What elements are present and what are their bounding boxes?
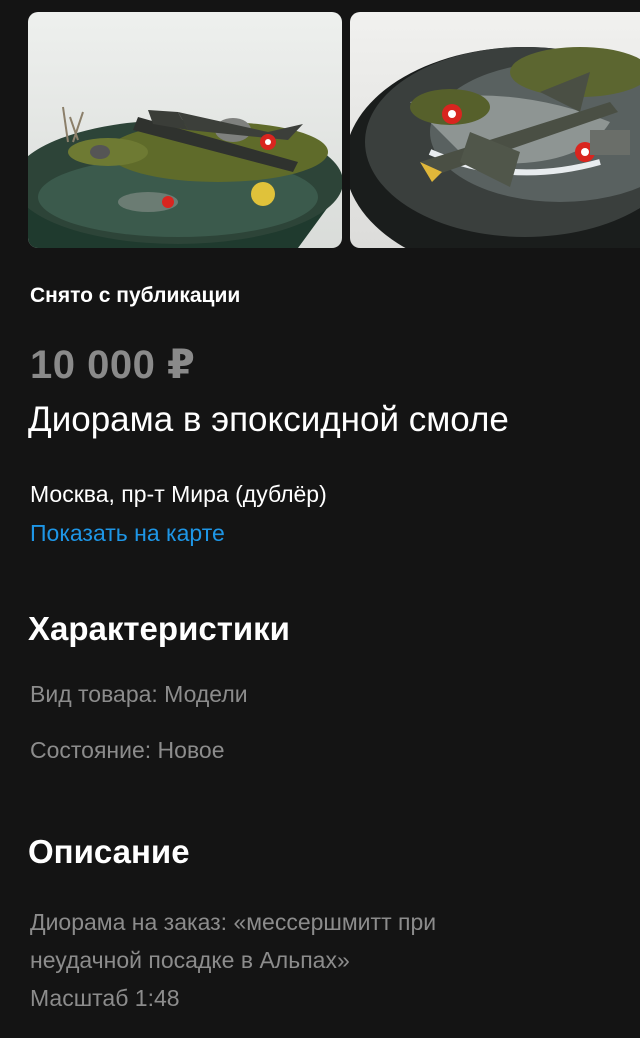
listing-status: Снято с публикации: [30, 284, 241, 307]
photo-gallery[interactable]: [28, 12, 640, 248]
show-on-map-link[interactable]: Показать на карте: [30, 520, 225, 547]
listing-price: 10 000 ₽: [30, 343, 196, 387]
description-heading: Описание: [28, 833, 190, 870]
spec-item-type: Вид товара: Модели: [30, 681, 248, 707]
listing-photo-1[interactable]: [28, 12, 342, 248]
listing-address: Москва, пр-т Мира (дублёр): [30, 481, 327, 507]
description-text: Диорама на заказ: «мессершмитт при неуда…: [30, 909, 437, 1011]
listing-title: Диорама в эпоксидной смоле: [28, 400, 509, 439]
spec-item-condition: Состояние: Новое: [30, 737, 225, 763]
diorama-photo-1: [28, 12, 342, 248]
listing-photo-2[interactable]: [350, 12, 640, 248]
diorama-photo-2: [350, 12, 640, 248]
specs-heading: Характеристики: [28, 610, 290, 647]
